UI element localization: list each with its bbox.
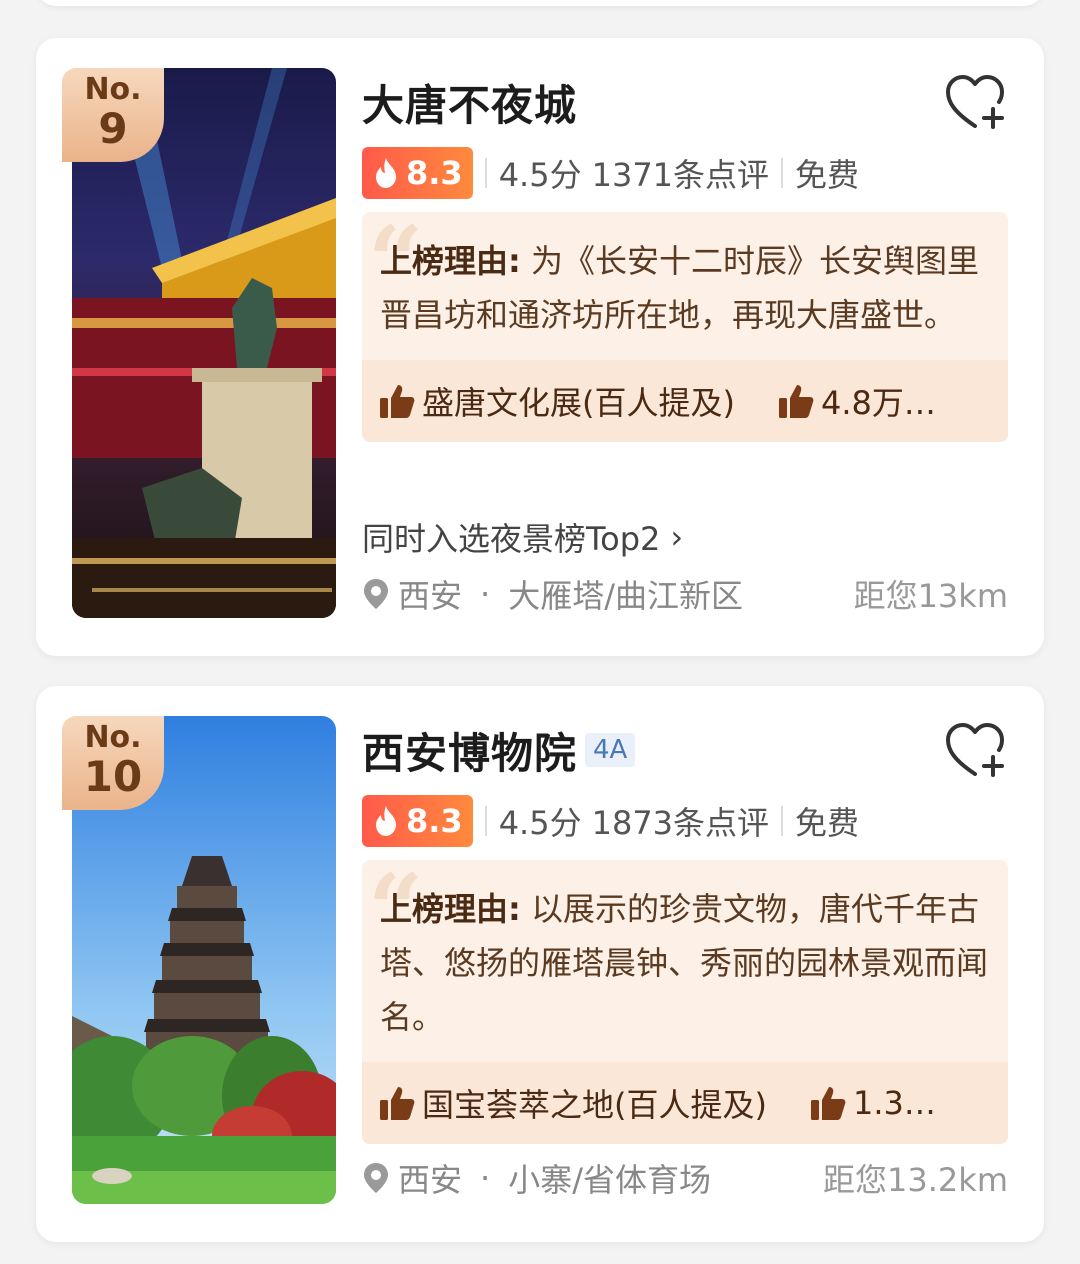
title-row: 大唐不夜城 bbox=[362, 72, 577, 132]
separator-dot: · bbox=[480, 1159, 491, 1197]
meta-row: 8.3 4.5分 1371条点评 免费 bbox=[362, 146, 859, 200]
favorite-button[interactable] bbox=[944, 74, 1006, 132]
attraction-card[interactable]: No. 10 西安博物院 4A 8.3 4.5分 1873条点评 免费 “ 上榜… bbox=[36, 686, 1044, 1242]
divider bbox=[781, 806, 784, 836]
ranking-reason-box: “ 上榜理由: 为《长安十二时辰》长安舆图里晋昌坊和通济坊所在地，再现大唐盛世。… bbox=[362, 212, 1008, 442]
rank-prefix: No. bbox=[84, 72, 142, 107]
divider bbox=[484, 158, 487, 188]
favorite-button[interactable] bbox=[944, 722, 1006, 780]
attraction-card[interactable]: No. 9 大唐不夜城 8.3 4.5分 1371条点评 免费 “ 上榜理由: bbox=[36, 38, 1044, 656]
flame-icon bbox=[376, 806, 396, 836]
hot-score: 8.3 bbox=[406, 154, 463, 192]
highlight-tag-label: 盛唐文化展(百人提及) bbox=[422, 384, 735, 422]
price: 免费 bbox=[795, 804, 860, 842]
rank-number: 10 bbox=[83, 752, 143, 801]
highlight-tags: 盛唐文化展(百人提及) 4.8万… bbox=[362, 360, 1008, 442]
location-row: 西安 · 大雁塔/曲江新区 距您13km bbox=[362, 572, 1008, 616]
city: 西安 bbox=[398, 1161, 463, 1199]
also-selected-link[interactable]: 同时入选夜景榜Top2 › bbox=[362, 514, 683, 560]
thumbs-up-icon bbox=[778, 385, 814, 418]
hot-score-badge: 8.3 bbox=[362, 147, 473, 199]
map-pin-icon bbox=[364, 579, 388, 609]
distance: 距您13km bbox=[853, 577, 1008, 615]
thumbs-up-icon bbox=[810, 1087, 846, 1120]
ranking-reason-box: “ 上榜理由: 以展示的珍贵文物，唐代千年古塔、悠扬的雁塔晨钟、秀丽的园林景观而… bbox=[362, 860, 1008, 1144]
highlight-tag[interactable]: 盛唐文化展(百人提及) bbox=[378, 378, 735, 424]
review-count[interactable]: 1371条点评 bbox=[592, 150, 769, 196]
heart-plus-icon bbox=[946, 75, 1004, 129]
distance: 距您13.2km bbox=[823, 1161, 1008, 1199]
previous-card-bottom-edge bbox=[36, 0, 1044, 6]
review-count[interactable]: 1873条点评 bbox=[592, 798, 769, 844]
attraction-name[interactable]: 西安博物院 bbox=[362, 720, 577, 781]
level-tag: 4A bbox=[585, 733, 636, 767]
rank-prefix: No. bbox=[84, 720, 142, 755]
divider bbox=[484, 806, 487, 836]
rank-badge: No. 10 bbox=[62, 716, 164, 810]
thumbs-up-icon bbox=[380, 1087, 415, 1120]
location-row: 西安 · 小寨/省体育场 距您13.2km bbox=[362, 1156, 1008, 1200]
rating: 4.5分 bbox=[498, 156, 582, 194]
rating: 4.5分 bbox=[498, 804, 582, 842]
hot-score: 8.3 bbox=[406, 802, 463, 840]
title-row: 西安博物院 4A bbox=[362, 720, 636, 781]
chevron-right-icon: › bbox=[670, 518, 684, 556]
attraction-name[interactable]: 大唐不夜城 bbox=[362, 72, 577, 133]
rank-number: 9 bbox=[98, 104, 128, 153]
also-selected-text: 同时入选夜景榜Top2 bbox=[362, 520, 661, 558]
highlight-tag-label: 国宝荟萃之地(百人提及) bbox=[422, 1086, 767, 1124]
separator-dot: · bbox=[480, 575, 491, 613]
highlight-tag[interactable]: 4.8万… bbox=[777, 378, 936, 424]
highlight-tag-label: 1.3… bbox=[852, 1084, 936, 1122]
highlight-tag[interactable]: 1.3… bbox=[809, 1084, 936, 1122]
reason-label: 上榜理由: bbox=[380, 242, 521, 280]
highlight-tag[interactable]: 国宝荟萃之地(百人提及) bbox=[378, 1080, 767, 1126]
rank-badge: No. 9 bbox=[62, 68, 164, 162]
hot-score-badge: 8.3 bbox=[362, 795, 473, 847]
district: 大雁塔/曲江新区 bbox=[508, 577, 743, 615]
heart-plus-icon bbox=[946, 723, 1004, 777]
divider bbox=[781, 158, 784, 188]
price: 免费 bbox=[795, 156, 860, 194]
map-pin-icon bbox=[364, 1163, 388, 1193]
flame-icon bbox=[376, 158, 396, 188]
city: 西安 bbox=[398, 577, 463, 615]
thumbs-up-icon bbox=[380, 385, 415, 418]
reason-label: 上榜理由: bbox=[380, 890, 521, 928]
district: 小寨/省体育场 bbox=[508, 1161, 711, 1199]
highlight-tag-label: 4.8万… bbox=[820, 384, 936, 422]
highlight-tags: 国宝荟萃之地(百人提及) 1.3… bbox=[362, 1062, 1008, 1144]
meta-row: 8.3 4.5分 1873条点评 免费 bbox=[362, 794, 859, 848]
